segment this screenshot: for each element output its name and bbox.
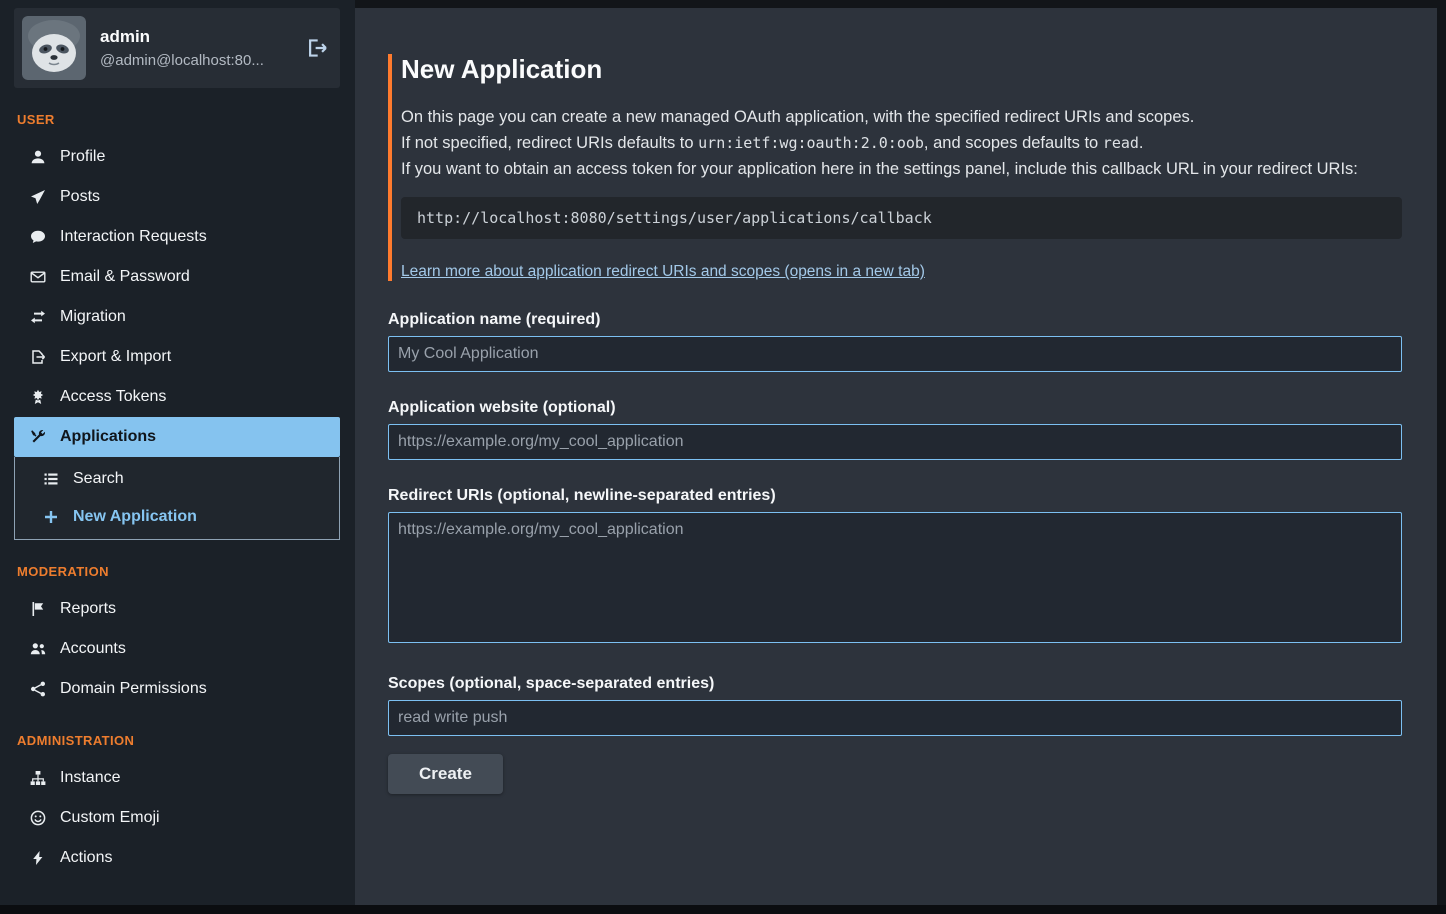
sidebar-item-instance[interactable]: Instance [14, 758, 340, 798]
submenu-item-label: Search [73, 470, 124, 488]
callback-url: http://localhost:8080/settings/user/appl… [401, 197, 1402, 239]
create-button[interactable]: Create [388, 754, 503, 794]
sidebar-item-label: Profile [60, 148, 105, 166]
share-nodes-icon [28, 681, 47, 697]
user-icon [28, 149, 47, 165]
redirect-uris-textarea[interactable] [388, 512, 1402, 643]
sidebar-item-custom-emoji[interactable]: Custom Emoji [14, 798, 340, 838]
scopes-label: Scopes (optional, space-separated entrie… [388, 675, 1402, 693]
sidebar-item-label: Applications [60, 428, 156, 446]
sidebar-item-reports[interactable]: Reports [14, 589, 340, 629]
sign-out-icon[interactable] [306, 37, 328, 59]
sidebar-item-label: Reports [60, 600, 116, 618]
sidebar-item-label: Email & Password [60, 268, 190, 286]
scopes-input[interactable] [388, 700, 1402, 736]
submenu-item-label: New Application [73, 508, 197, 526]
list-icon [41, 471, 60, 487]
sidebar-item-label: Custom Emoji [60, 809, 160, 827]
sidebar-item-label: Instance [60, 769, 120, 787]
section-title-user: USER [17, 112, 340, 127]
sidebar-item-posts[interactable]: Posts [14, 177, 340, 217]
intro-line-2-text: If not specified, redirect URIs defaults… [401, 134, 698, 152]
sidebar-item-label: Domain Permissions [60, 680, 207, 698]
sidebar-item-applications[interactable]: Applications [14, 417, 340, 457]
tools-icon [28, 429, 47, 445]
intro-line-3: If you want to obtain an access token fo… [401, 157, 1402, 181]
intro-line-1: On this page you can create a new manage… [401, 105, 1402, 129]
application-name-label: Application name (required) [388, 311, 1402, 329]
certificate-icon [28, 389, 47, 405]
sidebar-item-actions[interactable]: Actions [14, 838, 340, 878]
arrows-left-right-icon [28, 309, 47, 325]
sidebar-item-label: Access Tokens [60, 388, 166, 406]
main-panel: New Application On this page you can cre… [355, 8, 1437, 905]
sidebar-item-label: Accounts [60, 640, 126, 658]
sidebar-item-email-password[interactable]: Email & Password [14, 257, 340, 297]
applications-submenu: Search New Application [14, 457, 340, 540]
user-card: admin @admin@localhost:80... [14, 8, 340, 88]
settings-sidebar: admin @admin@localhost:80... USER Profil… [0, 0, 355, 905]
sidebar-item-export-import[interactable]: Export & Import [14, 337, 340, 377]
plus-icon [41, 509, 60, 525]
section-title-administration: ADMINISTRATION [17, 733, 340, 748]
sitemap-icon [28, 770, 47, 786]
sidebar-item-access-tokens[interactable]: Access Tokens [14, 377, 340, 417]
read-scope-code: read [1103, 134, 1139, 152]
submenu-item-new-application[interactable]: New Application [15, 498, 339, 536]
section-title-moderation: MODERATION [17, 564, 340, 579]
sidebar-item-label: Interaction Requests [60, 228, 207, 246]
page-title: New Application [401, 54, 1402, 85]
users-icon [28, 641, 47, 657]
intro-line-2-text: . [1139, 134, 1144, 152]
application-website-input[interactable] [388, 424, 1402, 460]
user-avatar [22, 16, 86, 80]
intro-block: New Application On this page you can cre… [388, 54, 1402, 281]
flag-icon [28, 601, 47, 617]
sidebar-item-migration[interactable]: Migration [14, 297, 340, 337]
paper-plane-icon [28, 189, 47, 205]
smile-icon [28, 810, 47, 826]
user-name: admin [100, 27, 264, 47]
sidebar-item-profile[interactable]: Profile [14, 137, 340, 177]
envelope-lock-icon [28, 269, 47, 285]
learn-more-link[interactable]: Learn more about application redirect UR… [401, 263, 925, 281]
application-name-input[interactable] [388, 336, 1402, 372]
submenu-item-search[interactable]: Search [15, 460, 339, 498]
new-application-form: Application name (required) Application … [388, 311, 1402, 794]
oob-uri-code: urn:ietf:wg:oauth:2.0:oob [698, 134, 924, 152]
application-website-label: Application website (optional) [388, 399, 1402, 417]
redirect-uris-label: Redirect URIs (optional, newline-separat… [388, 487, 1402, 505]
comment-icon [28, 229, 47, 245]
bolt-icon [28, 850, 47, 866]
sidebar-item-label: Export & Import [60, 348, 171, 366]
user-meta: admin @admin@localhost:80... [100, 27, 264, 69]
sidebar-item-label: Actions [60, 849, 112, 867]
sidebar-item-accounts[interactable]: Accounts [14, 629, 340, 669]
sidebar-item-label: Posts [60, 188, 100, 206]
user-handle: @admin@localhost:80... [100, 52, 264, 69]
sidebar-item-label: Migration [60, 308, 126, 326]
intro-line-2-text: , and scopes defaults to [924, 134, 1103, 152]
file-export-icon [28, 349, 47, 365]
sidebar-item-interaction-requests[interactable]: Interaction Requests [14, 217, 340, 257]
sidebar-item-domain-permissions[interactable]: Domain Permissions [14, 669, 340, 709]
intro-line-2: If not specified, redirect URIs defaults… [401, 131, 1402, 155]
bottom-edge [0, 905, 1446, 914]
